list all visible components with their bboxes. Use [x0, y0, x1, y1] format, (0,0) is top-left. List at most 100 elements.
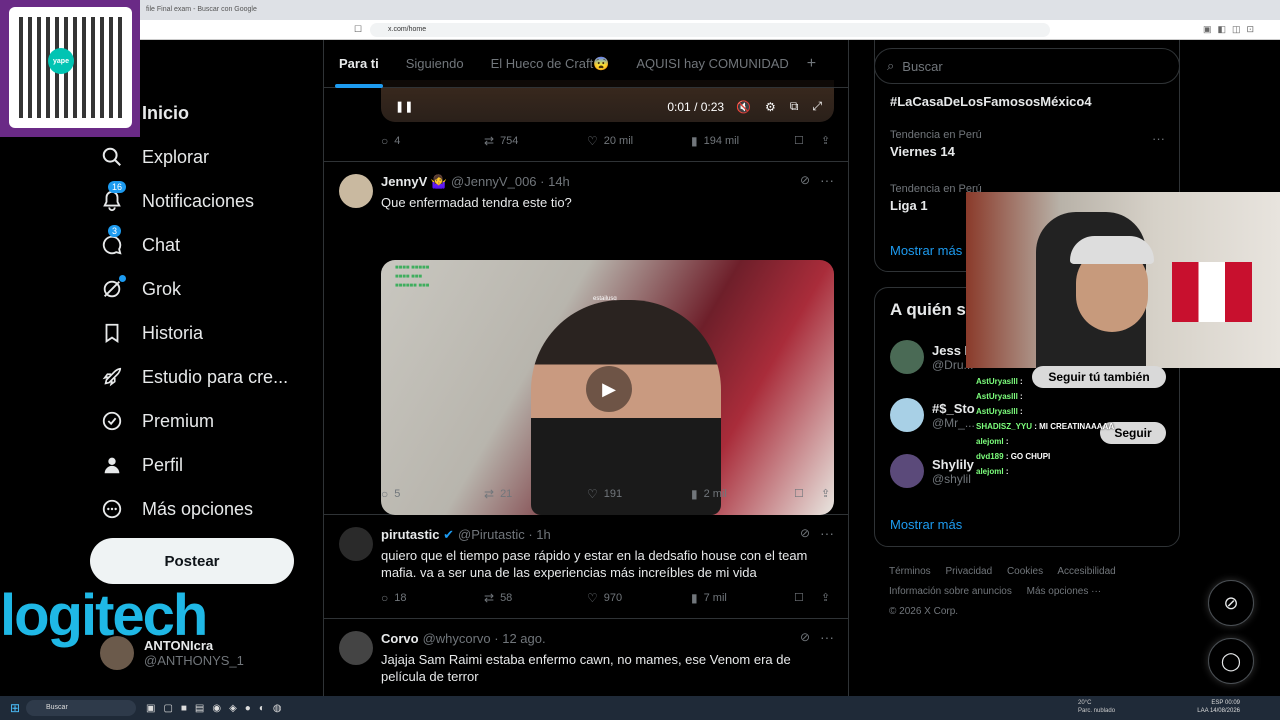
grok-icon[interactable]: ⊘ — [800, 630, 810, 644]
sidebar-item-premium[interactable]: Premium — [100, 403, 214, 439]
footer-link[interactable]: Más opciones ··· — [1027, 586, 1101, 597]
tweet-handle[interactable]: @whycorvo — [423, 631, 491, 646]
sidebar-item-grok[interactable]: Grok — [100, 271, 181, 307]
grok-fab[interactable]: ⊘ — [1208, 580, 1254, 626]
reply-button[interactable]: ○ 5 — [381, 487, 400, 501]
sidebar-item-notificaciones[interactable]: 16 Notificaciones — [100, 181, 254, 219]
reply-button[interactable]: ○ 4 — [381, 134, 400, 148]
footer-link[interactable]: Términos — [889, 566, 931, 577]
tweet[interactable]: Corvo @whycorvo · 12 ago. ⊘ ··· Jajaja Sa… — [324, 619, 848, 696]
account-name: Shylily — [932, 456, 974, 472]
sidebar-item-explorar[interactable]: Explorar — [100, 139, 209, 175]
suggested-account[interactable]: Jess P @Dru... — [890, 340, 974, 374]
sidebar-item-estudio[interactable]: Estudio para cre... — [100, 359, 288, 395]
tab-para-ti[interactable]: Para ti — [335, 40, 383, 88]
post-button[interactable]: Postear — [90, 538, 294, 584]
views-button[interactable]: ▮ 2 mil — [691, 487, 727, 501]
tweet-time[interactable]: · 14h — [540, 174, 570, 189]
sidebar-item-mas-opciones[interactable]: Más opciones — [100, 491, 253, 527]
chat-line: AstUryaslll : — [976, 407, 1023, 416]
avatar[interactable] — [339, 527, 373, 561]
share-icon[interactable]: ⇪ — [821, 487, 830, 500]
play-icon[interactable]: ▶ — [586, 366, 632, 412]
reply-button[interactable]: ○ 18 — [381, 591, 407, 605]
sidebar-item-perfil[interactable]: Perfil — [100, 447, 183, 483]
more-icon[interactable]: ··· — [1152, 131, 1165, 146]
system-tray[interactable]: ESP 00:09 LAA 14/08/2026 — [1197, 699, 1240, 715]
views-button[interactable]: ▮ 7 mil — [691, 591, 727, 605]
tweet-time[interactable]: · 12 ago. — [494, 631, 545, 646]
taskbar-search[interactable]: Buscar — [26, 700, 136, 716]
account-handle: @Mr_... — [932, 415, 975, 430]
tweet-handle[interactable]: @JennyV_006 — [451, 174, 536, 189]
pause-icon[interactable]: ❚❚ — [395, 100, 413, 113]
trend-item[interactable]: Tendencia en Perú Viernes 14 — [890, 129, 982, 159]
tweet-author[interactable]: JennyV 🤷‍♀️ — [381, 174, 447, 189]
share-icon[interactable]: ⇪ — [821, 134, 830, 147]
grok-icon[interactable]: ⊘ — [800, 526, 810, 540]
repost-button[interactable]: ⇄ 21 — [484, 487, 512, 501]
sidebar-item-historia[interactable]: Historia — [100, 315, 203, 351]
avatar[interactable] — [339, 174, 373, 208]
sidebar-item-label: Grok — [142, 278, 182, 299]
like-button[interactable]: ♡ 20 mil — [587, 134, 633, 148]
tweet-handle[interactable]: @Pirutastic — [458, 527, 525, 542]
bookmark-button[interactable]: ☐ — [794, 591, 804, 604]
timeline-tabs: Para ti Siguiendo El Hueco de Craft😨 AQU… — [324, 40, 848, 88]
show-more-link[interactable]: Mostrar más — [890, 243, 962, 258]
tweet-author[interactable]: pirutastic — [381, 527, 440, 542]
taskbar-apps[interactable]: ▣▢■▤◉◈●◐◍ — [146, 703, 290, 714]
trend-title: Viernes 14 — [890, 144, 955, 159]
show-more-link[interactable]: Mostrar más — [890, 517, 962, 532]
views-button[interactable]: ▮ 194 mil — [691, 134, 739, 148]
who-to-follow-title: A quién s — [890, 300, 966, 319]
tweet-video[interactable]: ■■■■ ■■■■■ ■■■■ ■■■ ■■■■■■ ■■■ estailusg ▶ — [381, 260, 834, 515]
tweet-time[interactable]: · 1h — [528, 527, 550, 542]
footer-link[interactable]: Accesibilidad — [1057, 566, 1115, 577]
windows-start-icon[interactable]: ⊞ — [10, 701, 20, 715]
sidebar-item-chat[interactable]: 3 Chat — [100, 225, 180, 263]
bookmark-icon — [100, 321, 124, 345]
footer-link[interactable]: Información sobre anuncios — [889, 586, 1012, 597]
video-time: 0:01 / 0:23 — [667, 99, 725, 114]
more-icon[interactable]: ··· — [820, 629, 834, 645]
sidebar-item-label: Inicio — [142, 102, 190, 123]
like-button[interactable]: ♡ 191 — [587, 487, 622, 501]
search-input[interactable]: ⌕ Buscar — [874, 48, 1180, 84]
grok-icon[interactable]: ⊘ — [800, 173, 810, 187]
chat-line: AstUryaslll : — [976, 392, 1023, 401]
bookmark-icon[interactable]: ☐ — [354, 24, 362, 35]
footer-link[interactable]: Privacidad — [945, 566, 992, 577]
footer-link[interactable]: Cookies — [1007, 566, 1043, 577]
add-tab-icon[interactable]: + — [807, 55, 816, 73]
tweet[interactable]: JennyV 🤷‍♀️ @JennyV_006 · 14h ⊘ ··· Que e… — [324, 162, 848, 515]
tweet-author[interactable]: Corvo — [381, 631, 419, 646]
more-icon[interactable]: ··· — [820, 525, 834, 541]
chart-icon: ▮ — [691, 591, 698, 605]
like-button[interactable]: ♡ 970 — [587, 591, 622, 605]
browser-tab[interactable]: file Final exam - Buscar con Google — [0, 0, 1280, 20]
bookmark-button[interactable]: ☐ — [794, 134, 804, 147]
tab-siguiendo[interactable]: Siguiendo — [406, 40, 464, 88]
trend-item[interactable]: #LaCasaDeLosFamososMéxico4 — [890, 91, 1092, 109]
more-icon[interactable]: ··· — [820, 172, 834, 188]
repost-button[interactable]: ⇄ 58 — [484, 591, 512, 605]
mute-icon[interactable]: 🔇 — [736, 100, 751, 114]
taskbar: ⊞ Buscar ▣▢■▤◉◈●◐◍ 20°C Parc. nublado ES… — [0, 696, 1280, 720]
weather-widget[interactable]: 20°C Parc. nublado — [1078, 699, 1115, 715]
fullscreen-icon[interactable]: ⤢ — [812, 99, 822, 114]
tab-hueco-de-craft[interactable]: El Hueco de Craft😨 — [491, 40, 610, 88]
share-icon[interactable]: ⇪ — [821, 591, 830, 604]
avatar[interactable] — [339, 631, 373, 665]
pip-icon[interactable]: ⧉ — [790, 99, 799, 114]
tab-aquisi-comunidad[interactable]: AQUISI hay COMUNIDAD — [636, 40, 788, 88]
repost-button[interactable]: ⇄ 754 — [484, 134, 518, 148]
bookmark-button[interactable]: ☐ — [794, 487, 804, 500]
url-input[interactable]: x.com/home — [370, 23, 1050, 37]
tweet[interactable]: pirutastic ✔ @Pirutastic · 1h ⊘ ··· quier… — [324, 515, 848, 619]
suggested-account[interactable]: #$_Sto @Mr_... — [890, 398, 975, 432]
suggested-account[interactable]: Shylily @shylil — [890, 454, 974, 488]
extension-icons[interactable]: ▣◧◫⊡ — [1203, 24, 1260, 35]
messages-fab[interactable]: ◯ — [1208, 638, 1254, 684]
settings-icon[interactable]: ⚙ — [765, 100, 776, 114]
